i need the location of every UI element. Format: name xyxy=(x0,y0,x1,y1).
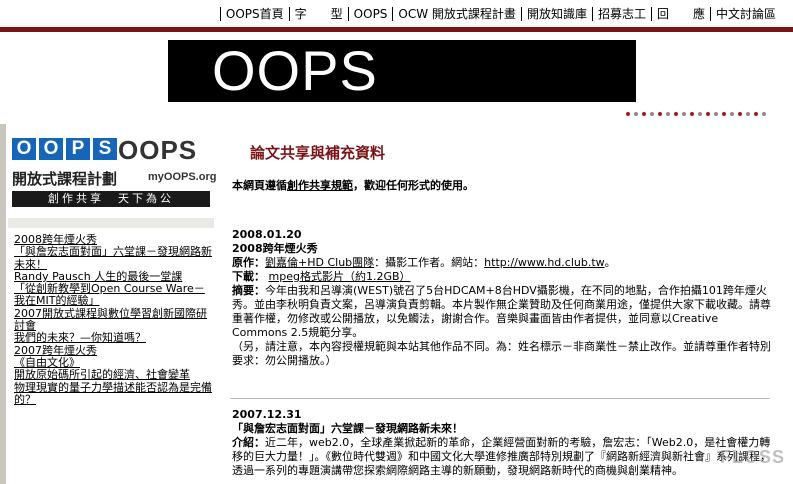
sidebar-link[interactable]: 物理現實的量子力學描述能否認為是完備的？ xyxy=(14,381,212,407)
logo-slogan: 創作共享 天下為公 xyxy=(12,191,210,207)
dot xyxy=(690,112,694,116)
dot xyxy=(722,112,726,116)
dot xyxy=(746,112,750,116)
entry-title: 「與詹宏志面對面」六堂課－發現網路新未來！ xyxy=(232,422,463,435)
intro-body: 近二年，web2.0，全球產業掀起新的革命，企業經營面對新的考驗，詹宏志：「We… xyxy=(232,436,771,477)
label-intro: 介紹： xyxy=(232,436,265,449)
entry-date: 2007.12.31 xyxy=(232,408,302,421)
sidebar-link[interactable]: 我們的未來？—你知道嗎？ xyxy=(14,332,212,345)
intro-text: 本網頁遵循 xyxy=(232,179,287,192)
nav-item-feedback[interactable]: 回 應 xyxy=(650,7,710,21)
oops-logo[interactable]: O O P S OOPS 開放式課程計劃 myOOPS.org 創作共享 天下為… xyxy=(8,128,217,214)
banner-title: OOPS xyxy=(212,39,378,102)
dot xyxy=(682,112,686,116)
entry-jan-hong-zhi: 2007.12.31 「與詹宏志面對面」六堂課－發現網路新未來！ 介紹：近二年，… xyxy=(232,408,772,478)
logo-url: myOOPS.org xyxy=(148,171,217,183)
label-original: 原作： xyxy=(232,256,265,269)
sidebar-link[interactable]: 2007開放式課程與數位學習創新國際研討會 xyxy=(14,307,212,333)
entry-2008-fireworks: 2008.01.20 2008跨年煙火秀 原作：劉嘉倫+HD Club團隊：攝影… xyxy=(232,228,772,368)
original-text: ：攝影工作者。網站： xyxy=(374,256,485,269)
license-link[interactable]: 創作共享規範 xyxy=(287,179,353,192)
entry-divider xyxy=(230,398,770,399)
dot xyxy=(754,112,758,116)
dot xyxy=(634,112,638,116)
summary-text: 今年由我和呂導演(WEST)號召了5台HDCAM+8台HDV攝影機，在不同的地點… xyxy=(232,284,771,339)
license-intro: 本網頁遵循創作共享規範，歡迎任何形式的使用。 xyxy=(232,177,474,193)
entry-intro: 介紹：近二年，web2.0，全球產業掀起新的革命，企業經營面對新的考驗，詹宏志：… xyxy=(232,436,772,478)
sidebar-link[interactable]: 「與詹宏志面對面」六堂課－發現網路新未來！ xyxy=(14,246,212,271)
nav-item-ocw[interactable]: OCW 開放式課程計畫 xyxy=(392,7,521,21)
dot xyxy=(698,112,702,116)
banner: OOPS xyxy=(168,40,636,102)
logo-brand: OOPS xyxy=(118,135,198,165)
nav-item-forum[interactable]: 中文討論區 xyxy=(709,7,781,21)
original-site-link[interactable]: http://www.hd.club.tw xyxy=(484,256,605,269)
nav-item-knowledge[interactable]: 開放知識庫 xyxy=(520,7,592,21)
logo-subtitle: 開放式課程計劃 xyxy=(12,170,118,188)
dot xyxy=(714,112,718,116)
dot xyxy=(674,112,678,116)
entry-date: 2008.01.20 xyxy=(232,228,302,241)
logo-letter: O xyxy=(12,138,36,160)
dot xyxy=(626,112,630,116)
watermark: FLOSS xyxy=(719,447,785,467)
sidebar-link[interactable]: 開放原始碼所引起的經濟、社會變革 xyxy=(14,368,212,381)
entry-original: 原作：劉嘉倫+HD Club團隊：攝影工作者。網站：http://www.hd.… xyxy=(232,256,772,270)
nav-item-volunteer[interactable]: 招募志工 xyxy=(591,7,651,21)
top-nav-list: OOPS首頁 字 型 OOPS OCW 開放式課程計畫 開放知識庫 招募志工 回… xyxy=(219,7,781,21)
intro-text: ，歡迎任何形式的使用。 xyxy=(353,179,474,192)
dot xyxy=(738,112,742,116)
entry-title: 2008跨年煙火秀 xyxy=(232,242,318,255)
dot xyxy=(658,112,662,116)
download-link[interactable]: mpeg格式影片（約1.2GB） xyxy=(269,270,411,283)
dot xyxy=(650,112,654,116)
sidebar-edge xyxy=(0,124,6,484)
label-summary: 摘要： xyxy=(232,284,265,297)
sidebar-separator xyxy=(8,218,214,228)
original-author-link[interactable]: 劉嘉倫+HD Club團隊 xyxy=(265,256,374,269)
entry-summary: 摘要：今年由我和呂導演(WEST)號召了5台HDCAM+8台HDV攝影機，在不同… xyxy=(232,284,772,340)
entry-download: 下載： mpeg格式影片（約1.2GB） xyxy=(232,270,772,284)
page-title: 論文共享與補充資料 xyxy=(250,144,386,162)
logo-letter: S xyxy=(93,138,117,160)
logo-letter: O xyxy=(39,138,63,160)
nav-item-oops[interactable]: OOPS xyxy=(347,7,393,21)
label-download: 下載： xyxy=(232,270,265,283)
dot xyxy=(730,112,734,116)
banner-dots xyxy=(626,112,766,116)
logo-blue-letters: O O P S xyxy=(12,138,117,160)
entry-note: （另，請注意，本內容授權規範與本站其他作品不同。為：姓名標示－非商業性－禁止改作… xyxy=(232,340,771,367)
dot xyxy=(706,112,710,116)
nav-item-home[interactable]: OOPS首頁 xyxy=(219,7,289,21)
top-nav: OOPS首頁 字 型 OOPS OCW 開放式課程計畫 開放知識庫 招募志工 回… xyxy=(0,0,793,28)
dot xyxy=(762,112,766,116)
original-end: 。 xyxy=(604,256,616,269)
dot xyxy=(642,112,646,116)
dot xyxy=(666,112,670,116)
sidebar-link[interactable]: 「從創新教學到Open Course Ware－我在MIT的經驗」 xyxy=(14,283,212,308)
nav-item-fonts[interactable]: 字 型 xyxy=(288,7,348,21)
sidebar-links: 2008跨年煙火秀 「與詹宏志面對面」六堂課－發現網路新未來！ Randy Pa… xyxy=(14,233,212,407)
logo-letter: P xyxy=(66,138,90,160)
